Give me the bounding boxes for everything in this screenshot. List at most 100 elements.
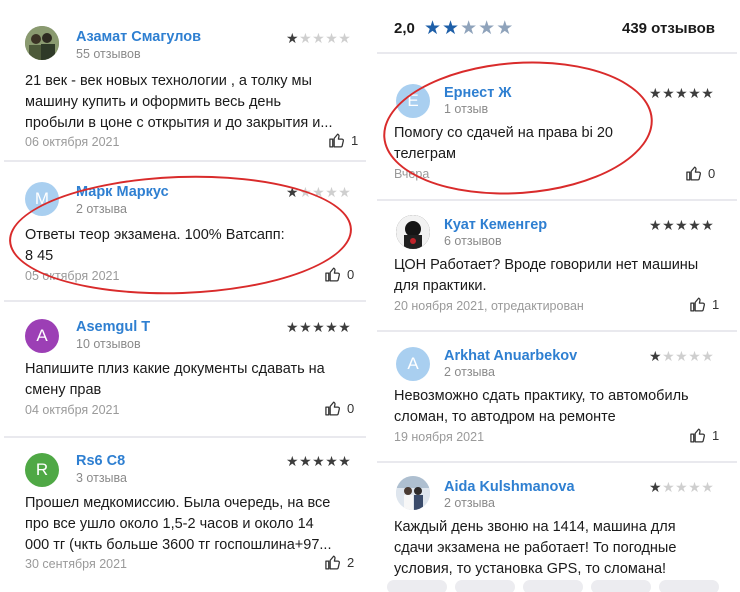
star-rating: ★★★★★	[286, 30, 351, 47]
star-icon: ★	[662, 479, 676, 495]
review-text[interactable]: ЦОН Работает? Вроде говорили нет машины …	[394, 255, 724, 297]
right-reviews-column: 2,0 ★★★★★ 439 отзывов Е Ернест Ж 1 отзыв…	[377, 0, 737, 592]
star-icon: ★	[701, 479, 715, 495]
star-icon: ★	[662, 85, 676, 101]
reviewer-name[interactable]: Азамат Смагулов	[76, 29, 201, 45]
star-rating: ★★★★★	[649, 479, 714, 496]
summary-stars: ★★★★★	[424, 17, 514, 40]
total-reviews[interactable]: 439 отзывов	[622, 20, 715, 37]
star-rating: ★★★★★	[649, 85, 714, 102]
star-icon: ★	[424, 18, 443, 39]
review-count: 2 отзыва	[444, 496, 495, 510]
review-date: 20 ноября 2021, отредактирован	[394, 299, 584, 313]
star-icon: ★	[299, 30, 313, 46]
like-count: 0	[708, 166, 716, 181]
quick-reply-chip[interactable]	[523, 580, 583, 592]
star-icon: ★	[338, 30, 352, 46]
avatar[interactable]	[396, 215, 430, 249]
review-text-line: условия, то установка GPS, то сломана!	[394, 561, 667, 577]
avatar-letter: A	[407, 354, 419, 373]
star-icon: ★	[338, 453, 352, 469]
review-text-line: Прошел медкомиссию. Была очередь, на все	[25, 495, 331, 511]
review-text[interactable]: Невозможно сдать практику, то автомобиль…	[394, 386, 724, 428]
like-count: 2	[347, 555, 355, 570]
review-count: 3 отзыва	[76, 471, 127, 485]
annotation-circle	[7, 170, 354, 300]
star-rating: ★★★★★	[286, 319, 351, 336]
star-icon: ★	[442, 18, 461, 39]
review-text-line: смену прав	[25, 382, 102, 398]
divider	[377, 330, 737, 332]
review-count: 2 отзыва	[444, 365, 495, 379]
review-text-line: для практики.	[394, 278, 487, 294]
review-card: Куат Кеменгер 6 отзывов ★★★★★ ЦОН Работа…	[377, 203, 737, 328]
divider	[4, 160, 366, 162]
avatar-letter: A	[36, 326, 48, 345]
like-button[interactable]: 0	[324, 400, 354, 417]
review-card: М Марк Маркус 2 отзыва ★★★★★ Ответы теор…	[4, 170, 366, 300]
reviewer-name[interactable]: Aida Kulshmanova	[444, 479, 575, 495]
avatar[interactable]: R	[25, 453, 59, 487]
like-button[interactable]: 0	[685, 165, 715, 182]
star-icon: ★	[701, 85, 715, 101]
divider	[377, 52, 737, 54]
reviewer-name[interactable]: Asemgul T	[76, 319, 150, 335]
review-text[interactable]: Прошел медкомиссию. Была очередь, на все…	[25, 493, 360, 556]
star-icon: ★	[701, 217, 715, 233]
reviewer-name[interactable]: Arkhat Anuarbekov	[444, 348, 577, 364]
star-icon: ★	[662, 348, 676, 364]
review-text-line: пробыли в цоне с открытия и до закрытия …	[25, 115, 333, 131]
avatar[interactable]: A	[396, 347, 430, 381]
review-text-line: Каждый день звоню на 1414, машина для	[394, 519, 676, 535]
reviewer-name[interactable]: Куат Кеменгер	[444, 217, 547, 233]
star-rating: ★★★★★	[649, 348, 714, 365]
review-date: 30 сентября 2021	[25, 557, 127, 571]
thumbs-up-icon	[686, 166, 701, 181]
avatar[interactable]: A	[25, 319, 59, 353]
star-icon: ★	[688, 217, 702, 233]
review-date: 19 ноября 2021	[394, 430, 485, 444]
quick-reply-chip[interactable]	[659, 580, 719, 592]
star-icon: ★	[675, 217, 689, 233]
like-count: 1	[712, 428, 720, 443]
review-text[interactable]: Каждый день звоню на 1414, машина для сд…	[394, 517, 729, 580]
like-button[interactable]: 1	[689, 296, 719, 313]
quick-reply-chip[interactable]	[591, 580, 651, 592]
like-count: 1	[712, 297, 720, 312]
avatar[interactable]	[396, 476, 430, 510]
review-text-line: ЦОН Работает? Вроде говорили нет машины	[394, 257, 699, 273]
star-icon: ★	[675, 348, 689, 364]
reviewer-name[interactable]: Rs6 C8	[76, 453, 125, 469]
star-icon: ★	[338, 184, 352, 200]
review-text[interactable]: Напишите плиз какие документы сдавать на…	[25, 359, 355, 401]
avatar[interactable]	[25, 26, 59, 60]
like-count: 0	[347, 401, 355, 416]
avatar-photo	[25, 26, 59, 60]
review-text[interactable]: 21 век - век новых технологии , а толку …	[25, 71, 355, 134]
thumbs-up-icon	[690, 297, 705, 312]
star-icon: ★	[675, 85, 689, 101]
like-button[interactable]: 2	[324, 554, 354, 571]
star-rating: ★★★★★	[286, 453, 351, 470]
like-button[interactable]: 1	[328, 132, 358, 149]
review-count: 6 отзывов	[444, 234, 502, 248]
star-icon: ★	[478, 18, 497, 39]
like-count: 1	[351, 133, 359, 148]
star-icon: ★	[649, 479, 663, 495]
star-icon: ★	[688, 348, 702, 364]
like-button[interactable]: 1	[689, 427, 719, 444]
quick-reply-chip[interactable]	[387, 580, 447, 592]
star-icon: ★	[688, 85, 702, 101]
star-icon: ★	[325, 319, 339, 335]
review-text-line: Напишите плиз какие документы сдавать на	[25, 361, 325, 377]
like-button[interactable]: 0	[324, 266, 354, 283]
star-icon: ★	[649, 348, 663, 364]
review-date: 06 октября 2021	[25, 135, 120, 149]
star-icon: ★	[338, 319, 352, 335]
star-icon: ★	[662, 217, 676, 233]
review-card: A Asemgul T 10 отзывов ★★★★★ Напишите пл…	[4, 304, 366, 434]
quick-reply-chip[interactable]	[455, 580, 515, 592]
like-count: 0	[347, 267, 355, 282]
star-icon: ★	[325, 30, 339, 46]
review-text-line: Невозможно сдать практику, то автомобиль	[394, 388, 689, 404]
